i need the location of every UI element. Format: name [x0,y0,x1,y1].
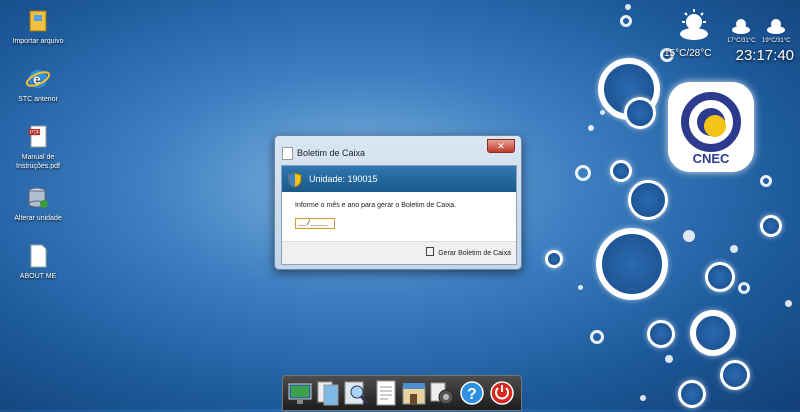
desktop-icon-label: Alterar unidade [14,215,62,222]
main-temperature: 15°C/28°C [664,48,712,59]
desktop-icon-label: Importar arquivo [12,38,64,45]
cloud-sun-icon [766,16,786,39]
import-icon [25,8,51,34]
pdf-icon: PDF [25,124,51,150]
files-icon[interactable] [315,379,341,407]
close-icon: ✕ [497,141,505,151]
partly-cloudy-icon [676,8,712,47]
store-icon[interactable] [401,379,427,407]
dialog-content: Unidade: 190015 Informe o mês e ano para… [281,165,517,265]
dialog-titlebar[interactable]: Boletim de Caixa ✕ [275,136,521,166]
document-icon [282,147,293,160]
desktop-icon-label: ABOUT ME [19,273,57,280]
month-year-input[interactable]: __/____ [295,218,335,229]
unit-header: Unidade: 190015 [282,166,516,192]
search-icon[interactable] [343,379,369,407]
monitor-icon[interactable] [287,379,313,407]
shield-icon [288,172,302,193]
desktop-icon-stc[interactable]: e STC anterior [6,66,70,104]
close-button[interactable]: ✕ [487,139,515,153]
desktop-icon-label: Manual de Instruções.pdf [16,154,60,170]
taskbar-dock: ? [282,375,522,411]
help-icon[interactable]: ? [459,379,485,407]
generate-button[interactable]: Gerar Boletim de Caixa [426,247,511,257]
desktop-icon-alterar[interactable]: Alterar unidade [6,185,70,223]
ie-icon: e [25,66,51,92]
database-icon [25,185,51,211]
cloud-sun-icon [731,16,751,39]
unit-label: Unidade: 190015 [309,174,378,184]
clock: 23:17:40 [735,47,794,64]
dialog-title: Boletim de Caixa [297,148,366,158]
svg-text:PDF: PDF [30,130,40,136]
document-icon[interactable] [373,379,399,407]
power-icon[interactable] [489,379,515,407]
desktop-icon-about[interactable]: ABOUT ME [6,243,70,281]
dialog-footer: Gerar Boletim de Caixa [282,241,516,264]
boletim-dialog: Boletim de Caixa ✕ Unidade: 190015 Infor… [274,135,522,270]
logo-text: CNEC [692,151,730,166]
desktop-icon-manual[interactable]: PDF Manual de Instruções.pdf [6,124,70,171]
small-temperature: 17°C/31°C [727,38,756,44]
file-icon [25,243,51,269]
settings-icon[interactable] [429,379,455,407]
generate-button-label: Gerar Boletim de Caixa [438,250,511,257]
cnec-logo: CNEC [668,82,754,172]
info-text: Informe o mês e ano para gerar o Boletim… [295,202,457,209]
svg-text:?: ? [467,386,477,403]
report-icon [426,247,435,256]
desktop-icon-label: STC anterior [18,96,58,103]
desktop-icon-import[interactable]: Importar arquivo [6,8,70,46]
small-temperature: 19°C/31°C [762,38,791,44]
